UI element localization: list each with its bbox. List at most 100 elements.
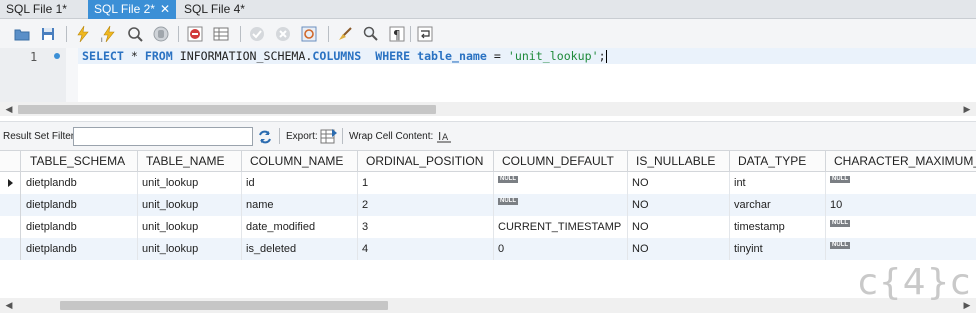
save-icon[interactable] bbox=[39, 25, 57, 43]
sql-editor-toolbar: I ¶ bbox=[0, 19, 976, 48]
column-header[interactable]: TABLE_SCHEMA bbox=[22, 151, 138, 172]
close-tab-icon[interactable]: ✕ bbox=[160, 0, 170, 18]
table-cell[interactable]: NO bbox=[628, 194, 730, 216]
wrap-lines-icon[interactable] bbox=[416, 25, 434, 43]
table-row[interactable]: dietplandb unit_lookup name 2 NULL NO va… bbox=[0, 194, 976, 216]
table-cell[interactable]: 4 bbox=[358, 238, 494, 260]
table-cell[interactable]: dietplandb bbox=[22, 216, 138, 238]
commit-check-icon[interactable] bbox=[248, 25, 266, 43]
table-cell[interactable]: NULL bbox=[826, 238, 976, 260]
svg-text:I: I bbox=[101, 38, 103, 43]
execute-current-lightning-icon[interactable]: I bbox=[100, 25, 118, 43]
result-filter-bar: Result Set Filter: Export: Wrap Cell Con… bbox=[0, 121, 976, 150]
tab-sql-file-1[interactable]: SQL File 1* bbox=[0, 0, 88, 19]
table-cell[interactable]: int bbox=[730, 172, 826, 194]
table-cell[interactable]: NULL bbox=[494, 172, 628, 194]
toolbar-separator bbox=[328, 26, 329, 42]
column-header[interactable]: DATA_TYPE bbox=[730, 151, 826, 172]
result-grid[interactable]: TABLE_SCHEMA TABLE_NAME COLUMN_NAME ORDI… bbox=[0, 150, 976, 298]
beautify-broom-icon[interactable] bbox=[336, 25, 354, 43]
table-row[interactable]: dietplandb unit_lookup date_modified 3 C… bbox=[0, 216, 976, 238]
table-cell[interactable]: unit_lookup bbox=[138, 238, 242, 260]
find-icon[interactable] bbox=[362, 25, 380, 43]
invisible-chars-icon[interactable]: ¶ bbox=[388, 25, 406, 43]
table-cell[interactable]: NULL bbox=[494, 194, 628, 216]
table-row[interactable]: dietplandb unit_lookup id 1 NULL NO int … bbox=[0, 172, 976, 194]
tab-sql-file-2[interactable]: SQL File 2* ✕ bbox=[88, 0, 176, 19]
toggle-output-icon[interactable] bbox=[212, 25, 230, 43]
table-cell[interactable]: 1 bbox=[358, 172, 494, 194]
table-cell[interactable]: is_deleted bbox=[242, 238, 358, 260]
table-cell[interactable]: unit_lookup bbox=[138, 172, 242, 194]
table-cell[interactable]: tinyint bbox=[730, 238, 826, 260]
sql-statement[interactable]: SELECT * FROM INFORMATION_SCHEMA.COLUMNS… bbox=[82, 49, 607, 63]
column-header[interactable]: CHARACTER_MAXIMUM_LE bbox=[826, 151, 976, 172]
table-cell[interactable]: timestamp bbox=[730, 216, 826, 238]
column-header[interactable]: IS_NULLABLE bbox=[628, 151, 730, 172]
tab-sql-file-4[interactable]: SQL File 4* bbox=[178, 0, 258, 19]
row-selector[interactable] bbox=[0, 238, 21, 260]
table-cell[interactable]: name bbox=[242, 194, 358, 216]
explain-magnifier-icon[interactable] bbox=[126, 25, 144, 43]
row-selector[interactable] bbox=[0, 172, 21, 194]
table-cell[interactable]: date_modified bbox=[242, 216, 358, 238]
sql-editor[interactable]: 1 SELECT * FROM INFORMATION_SCHEMA.COLUM… bbox=[0, 48, 976, 102]
row-selector[interactable] bbox=[0, 194, 21, 216]
table-cell[interactable]: NO bbox=[628, 238, 730, 260]
grid-horizontal-scrollbar[interactable]: ◀ ▶ bbox=[0, 298, 976, 313]
line-number-gutter: 1 bbox=[0, 48, 66, 102]
open-folder-icon[interactable] bbox=[13, 25, 31, 43]
table-cell[interactable]: dietplandb bbox=[22, 172, 138, 194]
table-cell[interactable]: 3 bbox=[358, 216, 494, 238]
scroll-left-icon[interactable]: ◀ bbox=[2, 298, 16, 312]
table-cell[interactable]: dietplandb bbox=[22, 238, 138, 260]
text-caret bbox=[605, 50, 607, 63]
scrollbar-thumb[interactable] bbox=[60, 301, 388, 310]
table-cell[interactable]: unit_lookup bbox=[138, 216, 242, 238]
scrollbar-thumb[interactable] bbox=[18, 105, 436, 114]
keyword-from: FROM bbox=[144, 49, 173, 63]
row-selector-header[interactable] bbox=[0, 151, 21, 172]
table-row[interactable]: dietplandb unit_lookup is_deleted 4 0 NO… bbox=[0, 238, 976, 260]
sql-schema: INFORMATION_SCHEMA. bbox=[172, 49, 313, 63]
table-cell[interactable]: NO bbox=[628, 216, 730, 238]
table-cell[interactable]: 0 bbox=[494, 238, 628, 260]
autocommit-icon[interactable] bbox=[300, 25, 318, 43]
column-header[interactable]: COLUMN_DEFAULT bbox=[494, 151, 628, 172]
toolbar-separator bbox=[342, 128, 343, 144]
sql-string-literal: 'unit_lookup' bbox=[507, 49, 599, 63]
refresh-icon[interactable] bbox=[257, 129, 273, 145]
current-row-arrow-icon bbox=[8, 179, 13, 187]
column-header[interactable]: ORDINAL_POSITION bbox=[358, 151, 494, 172]
result-set-filter-input[interactable] bbox=[73, 127, 253, 146]
table-cell[interactable]: id bbox=[242, 172, 358, 194]
toolbar-separator bbox=[66, 26, 67, 42]
table-cell[interactable]: NULL bbox=[826, 172, 976, 194]
table-cell[interactable]: 10 bbox=[826, 194, 976, 216]
scroll-left-icon[interactable]: ◀ bbox=[2, 102, 16, 116]
keyword-select: SELECT bbox=[82, 49, 124, 63]
editor-horizontal-scrollbar[interactable]: ◀ ▶ bbox=[0, 102, 976, 116]
toolbar-separator bbox=[279, 128, 280, 144]
table-cell[interactable]: varchar bbox=[730, 194, 826, 216]
result-set-filter-label: Result Set Filter: bbox=[3, 131, 77, 142]
row-selector[interactable] bbox=[0, 216, 21, 238]
rollback-x-icon[interactable] bbox=[274, 25, 292, 43]
sql-operator: = bbox=[486, 49, 508, 63]
column-header[interactable]: TABLE_NAME bbox=[138, 151, 242, 172]
tab-label: SQL File 1* bbox=[6, 2, 67, 16]
export-grid-icon[interactable] bbox=[320, 128, 338, 145]
stop-hand-icon[interactable] bbox=[152, 25, 170, 43]
column-header[interactable]: COLUMN_NAME bbox=[242, 151, 358, 172]
wrap-cell-content-icon[interactable]: IA bbox=[437, 129, 451, 143]
table-cell[interactable]: unit_lookup bbox=[138, 194, 242, 216]
table-cell[interactable]: NULL bbox=[826, 216, 976, 238]
table-cell[interactable]: 2 bbox=[358, 194, 494, 216]
scroll-right-icon[interactable]: ▶ bbox=[960, 102, 974, 116]
toggle-continue-on-error-icon[interactable] bbox=[186, 25, 204, 43]
table-cell[interactable]: CURRENT_TIMESTAMP bbox=[494, 216, 628, 238]
table-cell[interactable]: NO bbox=[628, 172, 730, 194]
statement-marker-icon bbox=[54, 53, 60, 59]
table-cell[interactable]: dietplandb bbox=[22, 194, 138, 216]
execute-lightning-icon[interactable] bbox=[74, 25, 92, 43]
